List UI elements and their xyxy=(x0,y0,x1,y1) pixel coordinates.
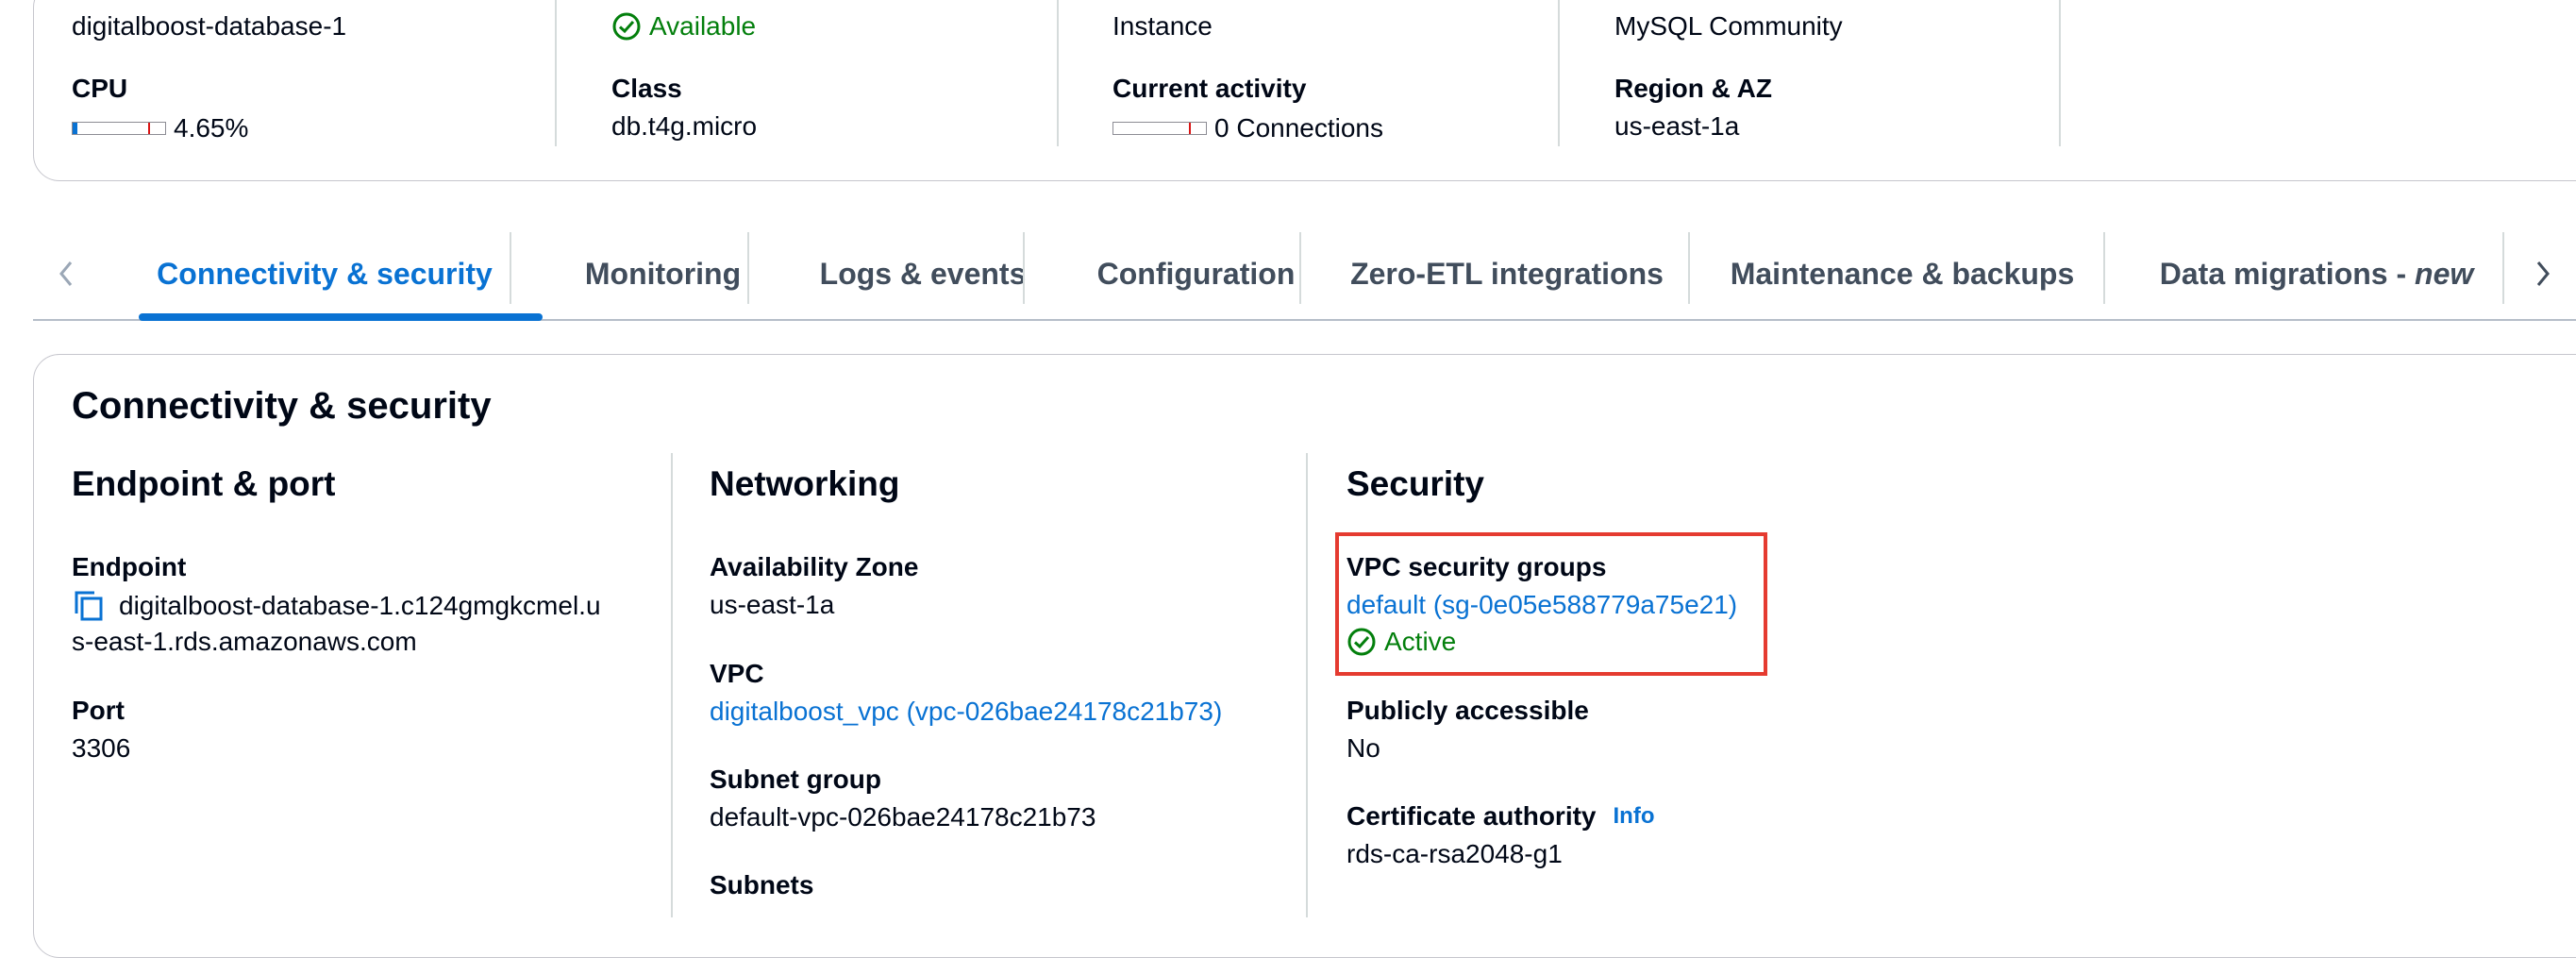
subnet-group-label: Subnet group xyxy=(710,765,881,794)
subnets-label: Subnets xyxy=(710,870,814,899)
certificate-authority-label-row: Certificate authority Info xyxy=(1347,801,1654,832)
publicly-accessible-value: No xyxy=(1347,733,1380,763)
availability-zone-value: us-east-1a xyxy=(710,590,835,619)
connections-threshold-marker xyxy=(1189,123,1191,134)
summary-divider xyxy=(1057,0,1059,146)
class-value: db.t4g.micro xyxy=(611,111,758,141)
availability-zone-label: Availability Zone xyxy=(710,552,919,581)
certificate-authority-info-link[interactable]: Info xyxy=(1614,803,1655,830)
port-label: Port xyxy=(72,696,125,725)
column-divider xyxy=(1306,453,1308,917)
connections-value: 0 Connections xyxy=(1214,113,1384,143)
region-az-value: us-east-1a xyxy=(1614,111,1740,141)
certificate-authority-value: rds-ca-rsa2048-g1 xyxy=(1347,839,1563,868)
card-title: Connectivity & security xyxy=(72,385,492,427)
endpoint-value-line2: s-east-1.rds.amazonaws.com xyxy=(72,627,417,656)
check-circle-icon xyxy=(1347,628,1376,656)
tab-separator xyxy=(1299,232,1301,304)
vpc-link[interactable]: digitalboost_vpc (vpc-026bae24178c21b73) xyxy=(710,697,1222,727)
vpc-label: VPC xyxy=(710,659,764,688)
cpu-usage-bar xyxy=(72,122,166,135)
chevron-left-icon xyxy=(59,261,73,286)
endpoint-port-heading: Endpoint & port xyxy=(72,464,336,503)
class-label: Class xyxy=(611,74,682,103)
copy-icon[interactable] xyxy=(72,590,106,622)
tab-zero-etl-integrations[interactable]: Zero-ETL integrations xyxy=(1300,227,1714,321)
tab-maintenance-backups[interactable]: Maintenance & backups xyxy=(1689,227,2116,321)
tab-separator xyxy=(1023,232,1025,304)
region-az-label: Region & AZ xyxy=(1614,74,1772,103)
status-available: Available xyxy=(611,11,756,42)
summary-divider xyxy=(2059,0,2061,146)
tab-bar: Connectivity & security Monitoring Logs … xyxy=(33,227,2576,321)
chevron-right-icon xyxy=(2536,261,2550,286)
check-circle-icon xyxy=(612,12,641,41)
summary-divider xyxy=(1558,0,1560,146)
status-text: Available xyxy=(649,11,757,41)
security-group-status-text: Active xyxy=(1384,627,1457,656)
role-value: Instance xyxy=(1112,11,1213,41)
active-tab-indicator xyxy=(139,313,543,321)
scroll-left-button[interactable] xyxy=(47,227,85,321)
tab-separator xyxy=(2502,232,2504,304)
security-group-link[interactable]: default (sg-0e05e588779a75e21) xyxy=(1347,590,1737,620)
subnet-group-value: default-vpc-026bae24178c21b73 xyxy=(710,802,1096,832)
publicly-accessible-label: Publicly accessible xyxy=(1347,696,1589,725)
connections-bar xyxy=(1112,122,1207,135)
endpoint-value-row: digitalboost-database-1.c124gmgkcmel.u xyxy=(72,590,601,622)
db-identifier-value: digitalboost-database-1 xyxy=(72,11,347,41)
cpu-label: CPU xyxy=(72,74,128,103)
security-group-status: Active xyxy=(1347,627,1456,657)
summary-divider xyxy=(555,0,557,146)
connections-metric: 0 Connections xyxy=(1112,113,1383,143)
new-badge: new xyxy=(2415,256,2474,291)
tab-separator xyxy=(510,232,511,304)
tab-separator xyxy=(1688,232,1690,304)
port-value: 3306 xyxy=(72,733,131,763)
security-heading: Security xyxy=(1347,464,1485,503)
networking-heading: Networking xyxy=(710,464,900,503)
certificate-authority-label: Certificate authority xyxy=(1347,801,1597,831)
cpu-threshold-marker xyxy=(148,123,150,134)
current-activity-label: Current activity xyxy=(1112,74,1307,103)
tab-connectivity-security[interactable]: Connectivity & security xyxy=(107,227,543,321)
tab-data-migrations[interactable]: Data migrations - new xyxy=(2104,227,2529,321)
cpu-metric: 4.65% xyxy=(72,113,248,143)
cpu-usage-fill xyxy=(73,123,77,134)
scroll-right-button[interactable] xyxy=(2524,227,2562,321)
cpu-percent: 4.65% xyxy=(174,113,249,143)
engine-value: MySQL Community xyxy=(1614,11,1843,41)
endpoint-value-line1: digitalboost-database-1.c124gmgkcmel.u xyxy=(119,591,601,620)
tab-separator xyxy=(747,232,749,304)
endpoint-label: Endpoint xyxy=(72,552,187,581)
vpc-security-groups-label: VPC security groups xyxy=(1347,552,1607,581)
column-divider xyxy=(671,453,673,917)
tab-separator xyxy=(2103,232,2105,304)
